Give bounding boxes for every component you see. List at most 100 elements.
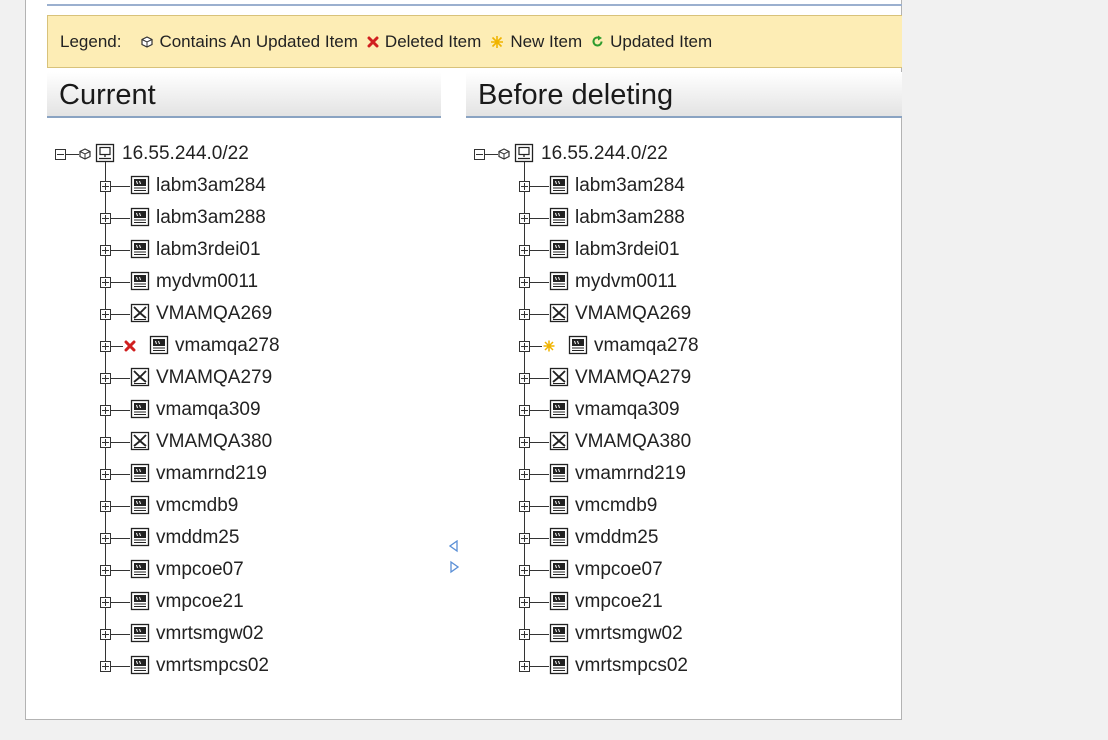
tree-node-label: vmamqa278 (594, 335, 699, 356)
tree-node[interactable]: VMAMQA380 (55, 426, 415, 458)
tree-node[interactable]: vmpcoe21 (55, 586, 415, 618)
expand-toggle[interactable] (100, 661, 111, 672)
tree-connector (111, 218, 130, 219)
expand-toggle[interactable] (100, 629, 111, 640)
tree-connector (530, 506, 549, 507)
expand-toggle[interactable] (100, 213, 111, 224)
tree-node[interactable]: labm3am288 (55, 202, 415, 234)
tree-node-label: labm3rdei01 (156, 239, 261, 260)
tree-connector (530, 442, 549, 443)
tree-node[interactable]: vmddm25 (55, 522, 415, 554)
tree-node-label: labm3am288 (156, 207, 266, 228)
expand-toggle[interactable] (519, 501, 530, 512)
expand-toggle[interactable] (100, 341, 111, 352)
tree-node[interactable]: vmpcoe07 (55, 554, 415, 586)
tree-connector (530, 602, 549, 603)
vmware-host-icon (549, 303, 569, 323)
tree-node[interactable]: labm3am284 (55, 170, 415, 202)
expand-toggle[interactable] (100, 245, 111, 256)
tree-node[interactable]: vmpcoe07 (474, 554, 834, 586)
expand-toggle[interactable] (100, 309, 111, 320)
tree-root-node[interactable]: 16.55.244.0/22 (55, 138, 435, 170)
tree-connector (530, 410, 549, 411)
legend-item-new: New Item (490, 32, 582, 52)
tree-node[interactable]: VMAMQA269 (55, 298, 415, 330)
collapse-toggle[interactable] (55, 149, 66, 160)
expand-toggle[interactable] (519, 629, 530, 640)
expand-toggle[interactable] (519, 661, 530, 672)
expand-toggle[interactable] (519, 597, 530, 608)
contains-updated-icon (79, 148, 91, 160)
expand-toggle[interactable] (100, 565, 111, 576)
expand-toggle[interactable] (519, 565, 530, 576)
expand-toggle[interactable] (519, 277, 530, 288)
tree-connector (530, 474, 549, 475)
tree-node[interactable]: vmddm25 (474, 522, 834, 554)
expand-toggle[interactable] (100, 181, 111, 192)
expand-toggle[interactable] (519, 405, 530, 416)
tree-node-label: vmcmdb9 (575, 495, 658, 516)
splitter-arrows-icon[interactable] (449, 540, 459, 582)
expand-toggle[interactable] (100, 373, 111, 384)
tree-node-label: labm3am288 (575, 207, 685, 228)
tree-connector (530, 378, 549, 379)
expand-toggle[interactable] (519, 469, 530, 480)
expand-toggle[interactable] (519, 213, 530, 224)
deleted-icon (124, 340, 136, 352)
new-icon (543, 340, 555, 352)
server-icon (549, 399, 569, 419)
expand-toggle[interactable] (100, 597, 111, 608)
tree-node[interactable]: labm3rdei01 (55, 234, 415, 266)
tree-node[interactable]: vmamqa309 (55, 394, 415, 426)
tree-node[interactable]: mydvm0011 (55, 266, 415, 298)
tree-root-node[interactable]: 16.55.244.0/22 (474, 138, 854, 170)
expand-toggle[interactable] (100, 405, 111, 416)
tree-node[interactable]: vmpcoe21 (474, 586, 834, 618)
tree-node[interactable]: vmrtsmgw02 (474, 618, 834, 650)
server-icon (130, 175, 150, 195)
vmware-host-icon (130, 431, 150, 451)
tree-node-label: vmpcoe21 (575, 591, 663, 612)
pane-title-current: Current (47, 72, 441, 118)
legend-label: New Item (510, 31, 583, 51)
tree-connector (530, 250, 549, 251)
expand-toggle[interactable] (100, 469, 111, 480)
server-icon (130, 399, 150, 419)
expand-toggle[interactable] (519, 181, 530, 192)
expand-toggle[interactable] (519, 533, 530, 544)
network-icon (514, 143, 534, 163)
tree-node[interactable]: VMAMQA279 (474, 362, 834, 394)
tree-node[interactable]: vmamqa309 (474, 394, 834, 426)
tree-node[interactable]: labm3am284 (474, 170, 834, 202)
tree-node[interactable]: vmamrnd219 (55, 458, 415, 490)
tree-node-label: vmpcoe07 (156, 559, 244, 580)
tree-node[interactable]: labm3am288 (474, 202, 834, 234)
tree-node[interactable]: VMAMQA269 (474, 298, 834, 330)
tree-node[interactable]: vmcmdb9 (474, 490, 834, 522)
tree-node[interactable]: vmrtsmpcs02 (55, 650, 415, 682)
expand-toggle[interactable] (100, 533, 111, 544)
tree-node[interactable]: vmamqa278 (55, 330, 415, 362)
tree-node[interactable]: vmamrnd219 (474, 458, 834, 490)
collapse-toggle[interactable] (474, 149, 485, 160)
tree-node[interactable]: vmrtsmgw02 (55, 618, 415, 650)
expand-toggle[interactable] (100, 501, 111, 512)
tree-node-label: labm3rdei01 (575, 239, 680, 260)
expand-toggle[interactable] (519, 437, 530, 448)
server-icon (149, 335, 169, 355)
tree-node[interactable]: mydvm0011 (474, 266, 834, 298)
expand-toggle[interactable] (100, 437, 111, 448)
tree-node[interactable]: VMAMQA279 (55, 362, 415, 394)
tree-node[interactable]: labm3rdei01 (474, 234, 834, 266)
expand-toggle[interactable] (519, 373, 530, 384)
tree-node[interactable]: vmcmdb9 (55, 490, 415, 522)
tree-node[interactable]: vmrtsmpcs02 (474, 650, 834, 682)
tree-connector (111, 186, 130, 187)
tree-node[interactable]: VMAMQA380 (474, 426, 834, 458)
expand-toggle[interactable] (519, 309, 530, 320)
tree-connector (530, 346, 542, 347)
tree-node[interactable]: vmamqa278 (474, 330, 834, 362)
expand-toggle[interactable] (100, 277, 111, 288)
expand-toggle[interactable] (519, 341, 530, 352)
expand-toggle[interactable] (519, 245, 530, 256)
